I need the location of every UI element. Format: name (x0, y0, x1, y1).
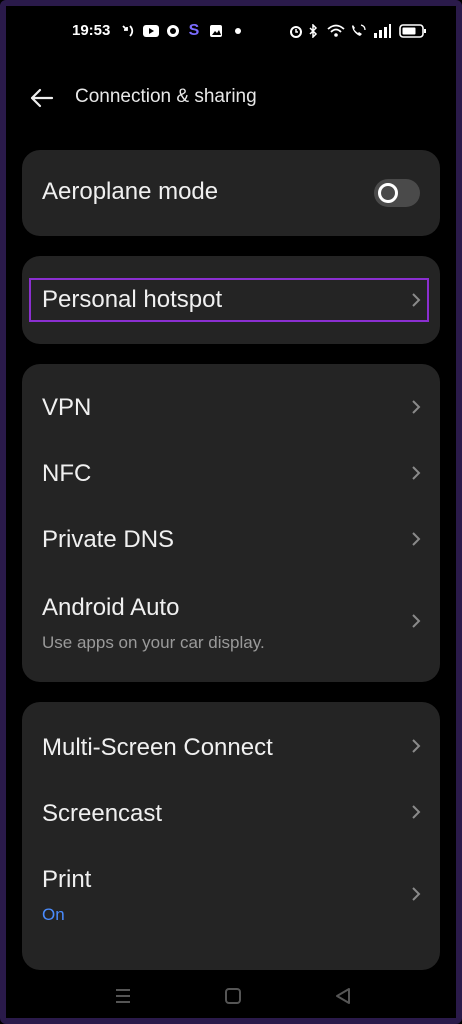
chevron-right-icon (410, 530, 422, 548)
screencast-label: Screencast (42, 800, 163, 827)
page-title: Connection & sharing (75, 86, 257, 107)
bluetooth-icon (307, 22, 319, 40)
personal-hotspot-label: Personal hotspot (42, 286, 223, 313)
chevron-right-icon (410, 612, 422, 630)
missed-call-icon (120, 22, 136, 40)
aeroplane-card: Aeroplane mode (22, 150, 440, 236)
menu-icon[interactable] (111, 984, 135, 1008)
print-label: Print (42, 866, 92, 893)
chevron-right-icon (410, 885, 422, 903)
hotspot-card: Personal hotspot (22, 256, 440, 344)
screencast-row[interactable]: Screencast (22, 778, 440, 844)
vpn-row[interactable]: VPN (22, 374, 440, 440)
battery-icon (398, 22, 428, 40)
aeroplane-mode-toggle[interactable] (374, 179, 420, 207)
multi-screen-connect-label: Multi-Screen Connect (42, 734, 273, 761)
print-status: On (42, 905, 65, 924)
status-time: 19:53 (72, 22, 111, 39)
back-triangle-icon[interactable] (331, 984, 355, 1008)
nfc-label: NFC (42, 460, 92, 487)
android-auto-row[interactable]: Android Auto Use apps on your car displa… (22, 572, 440, 672)
gallery-icon (208, 22, 224, 40)
aeroplane-mode-row[interactable]: Aeroplane mode (22, 150, 440, 236)
youtube-icon (142, 22, 160, 40)
personal-hotspot-row[interactable]: Personal hotspot (22, 256, 440, 344)
private-dns-row[interactable]: Private DNS (22, 506, 440, 572)
aeroplane-mode-label: Aeroplane mode (42, 178, 219, 205)
back-arrow-icon[interactable] (28, 84, 56, 112)
s-app-icon: S (188, 22, 200, 39)
wifi-icon (326, 22, 346, 40)
wifi-call-icon (349, 22, 367, 40)
private-dns-label: Private DNS (42, 526, 175, 553)
toggle-knob (378, 183, 398, 203)
alarm-icon (288, 22, 304, 40)
header: Connection & sharing (0, 78, 462, 118)
multi-screen-connect-row[interactable]: Multi-Screen Connect (22, 712, 440, 778)
print-row[interactable]: Print On (22, 844, 440, 944)
chevron-right-icon (410, 737, 422, 755)
screen-card: Multi-Screen Connect Screencast Print On (22, 702, 440, 970)
chevron-right-icon (410, 803, 422, 821)
signal-icon (372, 22, 392, 40)
chevron-right-icon (410, 398, 422, 416)
home-icon[interactable] (221, 984, 245, 1008)
nfc-row[interactable]: NFC (22, 440, 440, 506)
whatsapp-icon (165, 22, 181, 40)
chevron-right-icon (410, 464, 422, 482)
chevron-right-icon (410, 291, 422, 309)
navigation-bar (0, 970, 462, 1024)
android-auto-label: Android Auto (42, 594, 180, 621)
network-card: VPN NFC Private DNS Android Auto Use app… (22, 364, 440, 682)
status-bar: 19:53 S (0, 18, 462, 46)
vpn-label: VPN (42, 394, 92, 421)
android-auto-subtitle: Use apps on your car display. (42, 633, 265, 652)
dot-icon (233, 22, 243, 40)
